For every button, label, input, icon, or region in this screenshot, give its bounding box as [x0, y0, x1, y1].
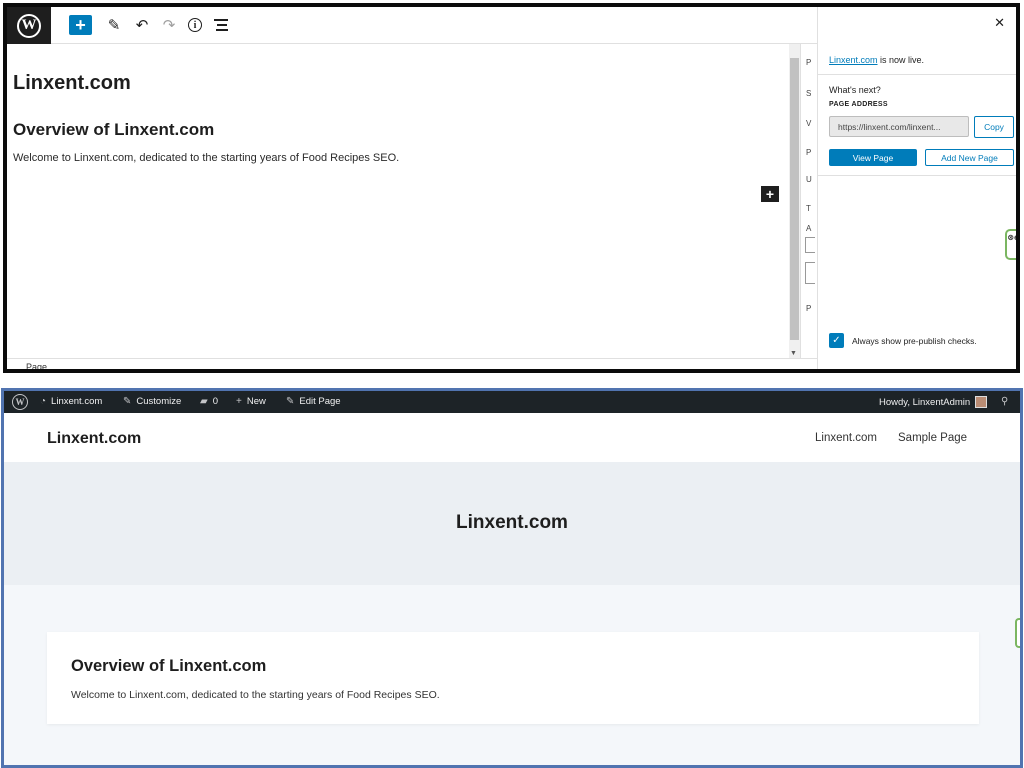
- site-title-link[interactable]: Linxent.com: [47, 430, 141, 448]
- pen-icon: ✎: [107, 17, 121, 34]
- sidebar-peek-letter: T: [806, 204, 811, 213]
- sidebar-peek-letter: P: [806, 58, 812, 67]
- sidebar-peek-field: [805, 237, 815, 253]
- scroll-down-arrow-icon[interactable]: ▼: [790, 350, 797, 357]
- content-heading: Overview of Linxent.com: [71, 657, 267, 675]
- list-view-icon: [214, 19, 228, 31]
- admin-edit-page-link[interactable]: ✎ Edit Page: [286, 396, 341, 407]
- tools-button[interactable]: ✎: [103, 15, 125, 35]
- nav-item-home[interactable]: Linxent.com: [815, 432, 877, 444]
- copy-button[interactable]: Copy: [974, 116, 1014, 138]
- admin-new-link[interactable]: + New: [236, 396, 266, 407]
- always-show-checks-checkbox[interactable]: ✓: [829, 333, 844, 348]
- editor-footer: Page: [7, 358, 817, 369]
- editor-canvas[interactable]: Linxent.com Overview of Linxent.com Welc…: [7, 44, 789, 358]
- admin-comments-count: 0: [212, 396, 218, 407]
- admin-site-link[interactable]: ◔ Linxent.com: [40, 396, 102, 407]
- sidebar-peek-letter: S: [806, 89, 812, 98]
- extension-badge-icon[interactable]: ⊗e: [1005, 229, 1016, 260]
- search-icon: ⚲: [1001, 396, 1009, 407]
- undo-icon: ↶: [135, 17, 149, 34]
- wordpress-menu-button[interactable]: W: [7, 7, 51, 44]
- avatar: [975, 396, 988, 408]
- post-publish-header: Linxent.com is now live.: [818, 43, 1016, 75]
- page-title: Linxent.com: [456, 512, 568, 533]
- page-hero: Linxent.com: [4, 462, 1020, 585]
- sidebar-peek-field: [805, 262, 815, 284]
- content-paragraph: Welcome to Linxent.com, dedicated to the…: [71, 689, 440, 701]
- redo-button[interactable]: ↷: [158, 15, 180, 35]
- close-icon: ✕: [994, 15, 1005, 30]
- sidebar-peek-letter: U: [806, 175, 812, 184]
- paintbrush-icon: ✎: [123, 396, 132, 407]
- scrollbar-thumb[interactable]: [790, 58, 799, 340]
- plus-icon: +: [75, 14, 86, 35]
- editor-heading-block[interactable]: Overview of Linxent.com: [13, 120, 214, 140]
- pencil-icon: ✎: [286, 396, 295, 407]
- sidebar-peek-letter: V: [806, 119, 812, 128]
- info-icon: i: [188, 18, 202, 32]
- editor-site-title[interactable]: Linxent.com: [13, 72, 131, 95]
- live-site-link[interactable]: Linxent.com: [829, 55, 878, 65]
- sidebar-peek-letter: P: [806, 304, 812, 313]
- admin-account-menu[interactable]: Howdy, LinxentAdmin: [879, 396, 988, 408]
- extension-tab-icon[interactable]: [1015, 618, 1020, 648]
- plus-icon: +: [765, 186, 775, 202]
- undo-button[interactable]: ↶: [131, 15, 153, 35]
- sidebar-peek-letter: A: [806, 224, 812, 233]
- admin-site-label: Linxent.com: [51, 396, 103, 407]
- whats-next-heading: What's next?: [829, 85, 881, 95]
- admin-customize-label: Customize: [136, 396, 182, 407]
- post-publish-panel: ✕ Linxent.com is now live. What's next? …: [817, 7, 1016, 369]
- inline-add-block-button[interactable]: +: [761, 186, 779, 202]
- admin-search-button[interactable]: ⚲: [1001, 396, 1008, 407]
- plus-icon: +: [236, 396, 242, 407]
- admin-howdy-label: Howdy, LinxentAdmin: [879, 396, 971, 408]
- sidebar-peek-letter: P: [806, 148, 812, 157]
- add-block-button[interactable]: +: [69, 15, 92, 35]
- admin-bar: W ◔ Linxent.com ✎ Customize ▰ 0 + New ✎ …: [4, 391, 1020, 413]
- add-new-page-button[interactable]: Add New Page: [925, 149, 1014, 166]
- editor-paragraph-block[interactable]: Welcome to Linxent.com, dedicated to the…: [13, 152, 399, 164]
- block-editor-window: W + ✎ ↶ ↷ i Linxent.com Overview of Linx…: [3, 3, 1020, 373]
- editor-toolbar: W + ✎ ↶ ↷ i: [7, 7, 817, 44]
- redo-icon: ↷: [162, 17, 176, 34]
- admin-comments-link[interactable]: ▰ 0: [200, 396, 218, 407]
- page-address-field[interactable]: https://linxent.com/linxent...: [829, 116, 969, 137]
- view-page-button[interactable]: View Page: [829, 149, 917, 166]
- settings-sidebar-peek: P S V P U T A P: [800, 44, 817, 358]
- site-header: Linxent.com Linxent.com Sample Page: [4, 413, 1020, 462]
- frontend-window: W ◔ Linxent.com ✎ Customize ▰ 0 + New ✎ …: [1, 388, 1023, 768]
- block-breadcrumb[interactable]: Page: [26, 362, 47, 369]
- page-address-label: PAGE ADDRESS: [829, 101, 888, 108]
- details-button[interactable]: i: [184, 15, 206, 35]
- list-view-button[interactable]: [210, 15, 232, 35]
- comment-bubble-icon: ▰: [200, 396, 208, 407]
- panel-divider: [818, 175, 1016, 176]
- dashboard-gauge-icon: ◔: [40, 396, 47, 407]
- admin-wordpress-logo-icon[interactable]: W: [12, 394, 28, 410]
- nav-item-sample-page[interactable]: Sample Page: [898, 432, 967, 444]
- live-notice-suffix: is now live.: [877, 55, 925, 65]
- editor-scrollbar[interactable]: ▼: [789, 44, 800, 358]
- close-panel-button[interactable]: ✕: [994, 15, 1005, 31]
- checkmark-icon: ✓: [832, 335, 841, 346]
- live-notice: Linxent.com is now live.: [829, 55, 924, 65]
- content-card: Overview of Linxent.com Welcome to Linxe…: [47, 632, 979, 724]
- admin-edit-page-label: Edit Page: [299, 396, 341, 407]
- admin-new-label: New: [246, 396, 266, 407]
- wordpress-logo-icon: W: [17, 13, 41, 38]
- always-show-checks-label[interactable]: Always show pre-publish checks.: [852, 336, 977, 346]
- admin-customize-link[interactable]: ✎ Customize: [123, 396, 181, 407]
